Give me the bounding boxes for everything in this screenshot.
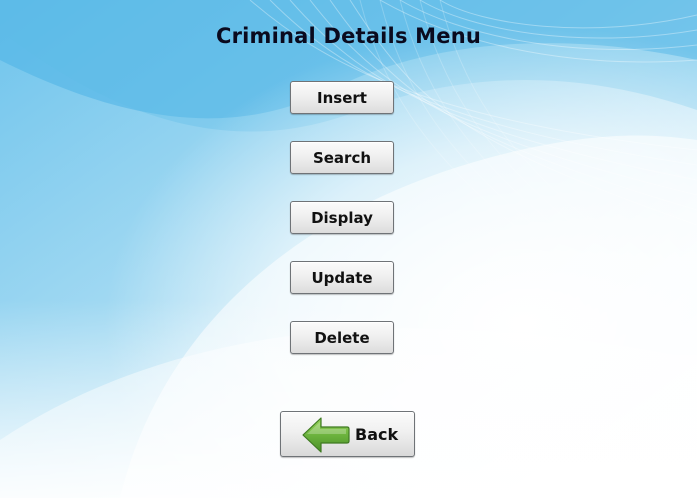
delete-button[interactable]: Delete (290, 321, 394, 354)
arrow-left-icon (301, 416, 351, 454)
back-button[interactable]: Back (280, 411, 415, 457)
search-button[interactable]: Search (290, 141, 394, 174)
insert-button[interactable]: Insert (290, 81, 394, 114)
back-button-label: Back (355, 425, 399, 444)
page-title: Criminal Details Menu (215, 24, 481, 48)
display-button[interactable]: Display (290, 201, 394, 234)
update-button[interactable]: Update (290, 261, 394, 294)
